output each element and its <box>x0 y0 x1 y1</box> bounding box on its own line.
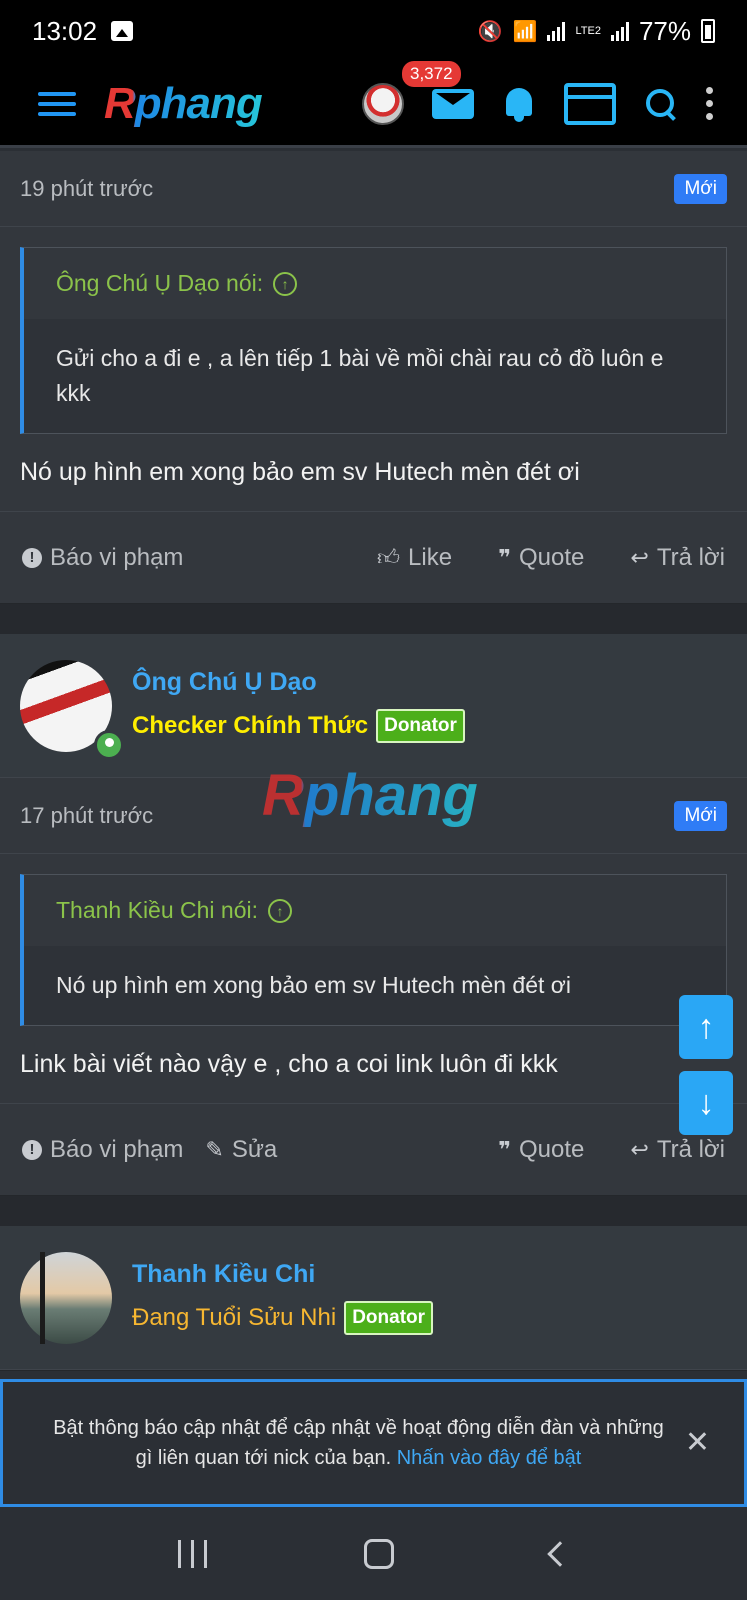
alert-icon: ! <box>22 547 42 568</box>
new-badge: Mới <box>674 800 727 831</box>
close-icon[interactable]: ✕ <box>685 1428 710 1458</box>
quote-text: Nó up hình em xong bảo em sv Hutech mèn … <box>56 972 571 998</box>
post-time[interactable]: 17 phút trước <box>20 803 153 829</box>
store-icon[interactable] <box>564 82 616 125</box>
edit-label: Sửa <box>231 1135 278 1163</box>
reply-label: Trả lời <box>656 543 725 571</box>
donator-badge: Donator <box>376 709 465 743</box>
pencil-icon: ✎ <box>205 1136 224 1162</box>
back-button[interactable] <box>546 1540 573 1567</box>
quote-block: Ông Chú Ụ Dạo nói: ↑ Gửi cho a đi e , a … <box>20 247 727 434</box>
quote-text: Gửi cho a đi e , a lên tiếp 1 bài về mồi… <box>56 345 664 406</box>
quote-icon: ❞ <box>498 1136 511 1162</box>
thread-content: 19 phút trước Mới Ông Chú Ụ Dạo nói: ↑ G… <box>0 151 747 1371</box>
menu-icon[interactable] <box>38 91 76 116</box>
alert-icon: ! <box>22 1139 42 1160</box>
like-label: Like <box>408 543 453 571</box>
avatar[interactable] <box>20 659 124 760</box>
quote-block: Thanh Kiều Chi nói: ↑ Nó up hình em xong… <box>20 874 727 1026</box>
quote-button[interactable]: ❞ Quote <box>498 544 584 572</box>
inbox-count-badge: 3,372 <box>402 60 461 87</box>
clock: 13:02 <box>32 15 98 46</box>
like-button[interactable]: 👍︎ Like <box>377 544 452 572</box>
user-title: Checker Chính Thức <box>132 712 369 739</box>
gallery-icon <box>111 21 134 41</box>
inbox-icon[interactable]: 3,372 <box>402 60 474 119</box>
site-logo[interactable]: Rphang <box>104 79 263 129</box>
post-separator <box>0 604 747 634</box>
arrow-down-icon: ↓ <box>697 1083 715 1122</box>
post: 19 phút trước Mới Ông Chú Ụ Dạo nói: ↑ G… <box>0 151 747 604</box>
signal-2-icon <box>610 21 629 41</box>
donator-badge: Donator <box>344 1301 434 1335</box>
quote-icon: ❞ <box>498 544 511 570</box>
quote-author[interactable]: Thanh Kiều Chi nói: <box>56 897 258 924</box>
thumbs-up-icon: 👍︎ <box>377 545 401 570</box>
go-to-quote-icon[interactable]: ↑ <box>273 271 298 296</box>
post-time[interactable]: 19 phút trước <box>20 176 153 202</box>
quote-label: Quote <box>518 1135 585 1163</box>
reply-icon: ↩ <box>630 544 649 570</box>
mute-icon: 🔇 <box>477 20 503 43</box>
report-label: Báo vi phạm <box>50 543 184 571</box>
network-label: LTE2 <box>575 25 601 37</box>
signal-icon <box>547 21 566 41</box>
post-text: Nó up hình em xong bảo em sv Hutech mèn … <box>20 458 580 486</box>
reply-icon: ↩ <box>630 1136 649 1162</box>
username[interactable]: Thanh Kiều Chi <box>132 1260 433 1289</box>
report-button[interactable]: ! Báo vi phạm <box>22 1136 183 1164</box>
reply-button[interactable]: ↩ Trả lời <box>630 1136 725 1164</box>
post: Ông Chú Ụ Dạo Checker Chính Thức Donator… <box>0 634 747 1196</box>
reply-label: Trả lời <box>656 1135 725 1163</box>
scroll-top-button[interactable]: ↑ <box>679 995 733 1059</box>
watermark-logo: Rphang <box>262 763 478 828</box>
quote-label: Quote <box>518 543 585 571</box>
push-notification-prompt: Bật thông báo cập nhật để cập nhật về ho… <box>0 1379 747 1507</box>
post: Thanh Kiều Chi Đang Tuổi Sửu Nhi Donator <box>0 1226 747 1371</box>
user-avatar-button[interactable] <box>362 82 404 125</box>
username[interactable]: Ông Chú Ụ Dạo <box>132 668 465 697</box>
post-author-header: Ông Chú Ụ Dạo Checker Chính Thức Donator <box>0 634 747 778</box>
app-header: Rphang 3,372 <box>0 60 747 148</box>
bell-icon[interactable] <box>502 86 536 122</box>
post-text: Link bài viết nào vậy e , cho a coi link… <box>20 1050 558 1078</box>
recent-apps-button[interactable] <box>178 1539 208 1568</box>
online-status-icon <box>94 729 124 760</box>
more-options-icon[interactable] <box>706 87 713 120</box>
reply-button[interactable]: ↩ Trả lời <box>630 544 725 572</box>
user-title: Đang Tuổi Sửu Nhi <box>132 1304 337 1331</box>
home-button[interactable] <box>363 1538 394 1569</box>
system-nav-bar <box>0 1507 747 1600</box>
arrow-up-icon: ↑ <box>697 1007 715 1046</box>
new-badge: Mới <box>674 173 727 204</box>
status-bar: 13:02 🔇 📶 LTE2 77% <box>0 0 747 62</box>
enable-notifications-link[interactable]: Nhấn vào đây để bật <box>397 1447 582 1469</box>
post-actions: ! Báo vi phạm ✎ Sửa ❞ Quote ↩ Trả lời <box>0 1103 747 1195</box>
quote-button[interactable]: ❞ Quote <box>498 1136 584 1164</box>
post-separator <box>0 1196 747 1226</box>
edit-button[interactable]: ✎ Sửa <box>205 1136 277 1164</box>
battery-icon <box>701 19 715 43</box>
search-icon[interactable] <box>644 87 678 121</box>
report-label: Báo vi phạm <box>50 1135 184 1163</box>
post-author-header: Thanh Kiều Chi Đang Tuổi Sửu Nhi Donator <box>0 1226 747 1370</box>
battery-percent: 77% <box>638 15 691 46</box>
go-to-quote-icon[interactable]: ↑ <box>268 898 293 923</box>
avatar[interactable] <box>20 1251 112 1344</box>
scroll-bottom-button[interactable]: ↓ <box>679 1071 733 1135</box>
report-button[interactable]: ! Báo vi phạm <box>22 544 183 572</box>
post-actions: ! Báo vi phạm 👍︎ Like ❞ Quote ↩ Trả lời <box>0 511 747 603</box>
wifi-icon: 📶 <box>512 20 538 43</box>
quote-author[interactable]: Ông Chú Ụ Dạo nói: <box>56 270 263 297</box>
